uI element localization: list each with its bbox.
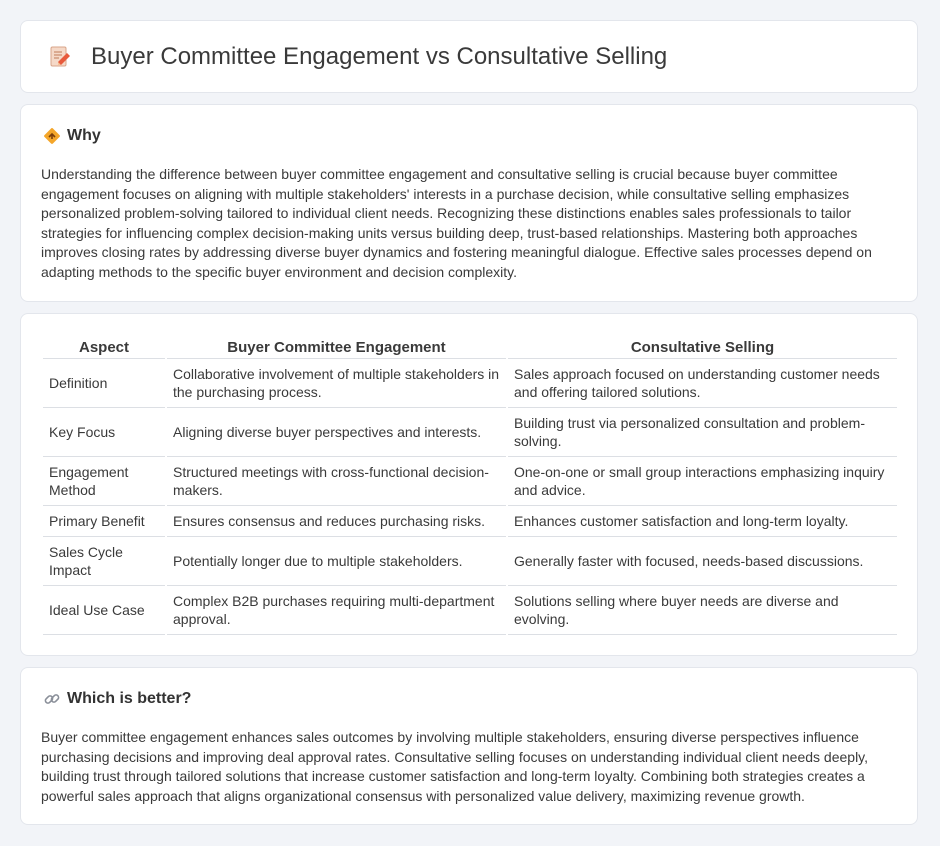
row-aspect: Definition [43,359,165,408]
header-aspect: Aspect [43,334,165,359]
table-row: Sales Cycle Impact Potentially longer du… [43,537,897,586]
row-consultative: Enhances customer satisfaction and long-… [508,506,897,537]
document-pen-icon [47,44,73,70]
row-consultative: One-on-one or small group interactions e… [508,457,897,506]
why-heading: Why [67,127,101,144]
which-is-better-section: Which is better? Buyer committee engagem… [20,667,918,825]
title-card: Buyer Committee Engagement vs Consultati… [20,20,918,93]
header-buyer-committee: Buyer Committee Engagement [167,334,506,359]
comparison-table-card: Aspect Buyer Committee Engagement Consul… [20,313,918,656]
row-aspect: Ideal Use Case [43,586,165,635]
why-text: Understanding the difference between buy… [41,166,872,280]
comparison-table: Aspect Buyer Committee Engagement Consul… [41,334,899,635]
row-buyer-committee: Ensures consensus and reduces purchasing… [167,506,506,537]
row-aspect: Sales Cycle Impact [43,537,165,586]
diamond-sign-icon [43,127,61,145]
header-consultative: Consultative Selling [508,334,897,359]
better-text: Buyer committee engagement enhances sale… [41,729,869,804]
better-heading: Which is better? [67,690,192,707]
row-aspect: Engagement Method [43,457,165,506]
why-section: Why Understanding the difference between… [20,104,918,302]
row-aspect: Key Focus [43,408,165,457]
row-buyer-committee: Complex B2B purchases requiring multi-de… [167,586,506,635]
table-row: Ideal Use Case Complex B2B purchases req… [43,586,897,635]
row-buyer-committee: Structured meetings with cross-functiona… [167,457,506,506]
table-row: Definition Collaborative involvement of … [43,359,897,408]
row-buyer-committee: Potentially longer due to multiple stake… [167,537,506,586]
table-row: Key Focus Aligning diverse buyer perspec… [43,408,897,457]
row-buyer-committee: Aligning diverse buyer perspectives and … [167,408,506,457]
table-header-row: Aspect Buyer Committee Engagement Consul… [43,334,897,359]
row-consultative: Sales approach focused on understanding … [508,359,897,408]
row-consultative: Solutions selling where buyer needs are … [508,586,897,635]
page-title: Buyer Committee Engagement vs Consultati… [91,42,668,70]
table-row: Primary Benefit Ensures consensus and re… [43,506,897,537]
table-row: Engagement Method Structured meetings wi… [43,457,897,506]
link-icon [43,690,61,708]
row-aspect: Primary Benefit [43,506,165,537]
row-consultative: Building trust via personalized consulta… [508,408,897,457]
row-buyer-committee: Collaborative involvement of multiple st… [167,359,506,408]
row-consultative: Generally faster with focused, needs-bas… [508,537,897,586]
